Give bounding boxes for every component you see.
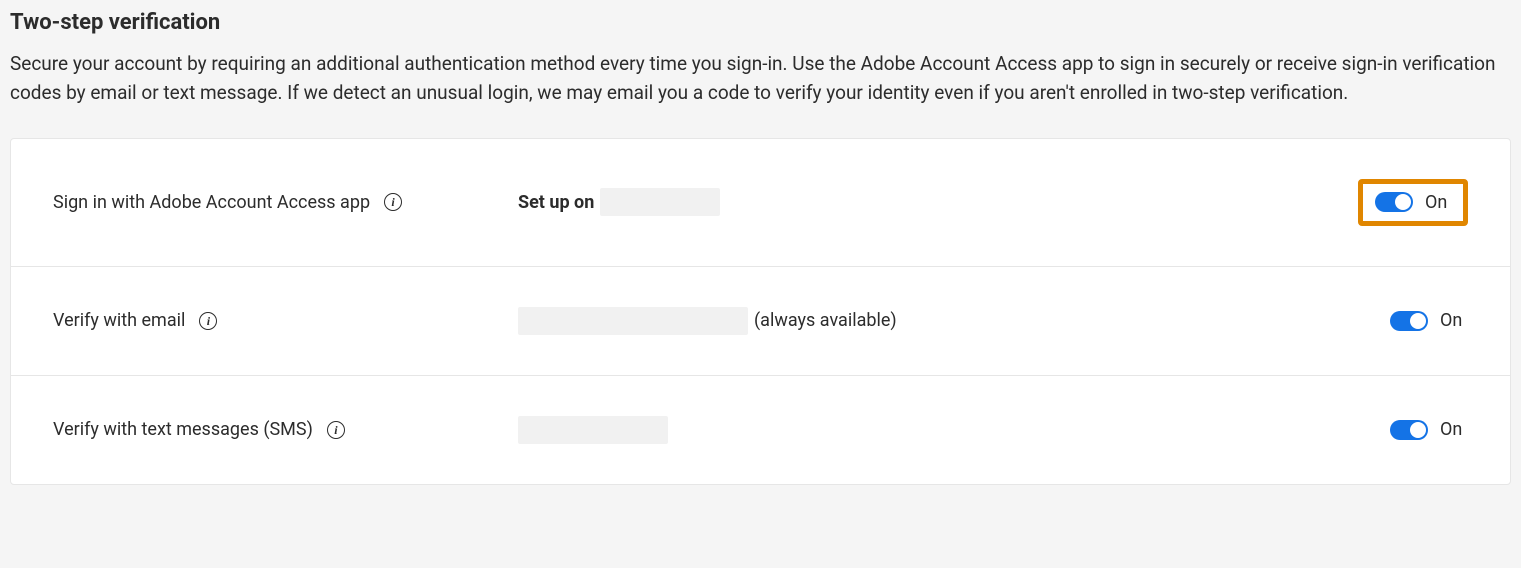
- method-toggle-wrap: On: [1358, 179, 1468, 226]
- method-label: Sign in with Adobe Account Access app: [53, 192, 518, 213]
- toggle-state-label: On: [1425, 192, 1453, 213]
- toggle-sms[interactable]: [1390, 420, 1428, 440]
- method-toggle-wrap: On: [1390, 310, 1468, 331]
- toggle-email[interactable]: [1390, 311, 1428, 331]
- two-step-methods-panel: Sign in with Adobe Account Access app Se…: [10, 138, 1511, 485]
- redacted-phone-number: [518, 416, 668, 444]
- method-label-text: Verify with email: [53, 310, 185, 331]
- method-toggle-wrap: On: [1390, 419, 1468, 440]
- method-label-text: Verify with text messages (SMS): [53, 419, 313, 440]
- toggle-state-label: On: [1440, 310, 1468, 331]
- redacted-email: [518, 307, 748, 335]
- section-description: Secure your account by requiring an addi…: [10, 49, 1510, 108]
- toggle-account-access[interactable]: [1375, 192, 1413, 212]
- method-label-text: Sign in with Adobe Account Access app: [53, 192, 370, 213]
- redacted-device-name: [600, 188, 720, 216]
- method-label: Verify with text messages (SMS): [53, 419, 518, 440]
- method-detail: [518, 416, 1390, 444]
- always-available-text: (always available): [754, 310, 897, 331]
- method-row-email: Verify with email (always available) On: [11, 267, 1510, 376]
- section-title: Two-step verification: [10, 10, 1511, 35]
- info-icon[interactable]: [199, 312, 217, 330]
- setup-on-text: Set up on: [518, 192, 594, 213]
- info-icon[interactable]: [327, 421, 345, 439]
- toggle-state-label: On: [1440, 419, 1468, 440]
- info-icon[interactable]: [384, 193, 402, 211]
- highlighted-toggle-box: On: [1358, 179, 1468, 226]
- method-detail: Set up on: [518, 188, 1358, 216]
- method-label: Verify with email: [53, 310, 518, 331]
- method-row-sms: Verify with text messages (SMS) On: [11, 376, 1510, 484]
- method-detail: (always available): [518, 307, 1390, 335]
- method-row-account-access: Sign in with Adobe Account Access app Se…: [11, 139, 1510, 267]
